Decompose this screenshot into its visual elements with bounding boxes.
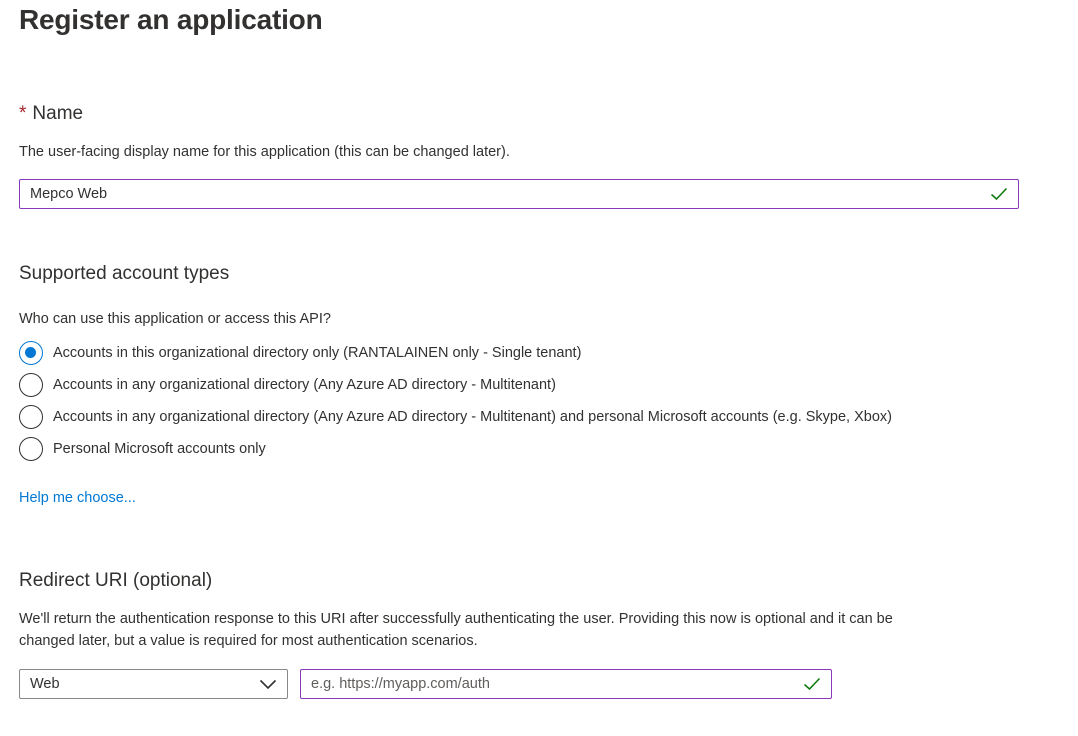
- required-marker: *: [19, 103, 27, 124]
- account-type-option-multitenant-personal[interactable]: Accounts in any organizational directory…: [19, 405, 892, 429]
- name-input-value[interactable]: Mepco Web: [30, 186, 990, 202]
- checkmark-icon: [990, 187, 1008, 201]
- name-input[interactable]: Mepco Web: [19, 179, 1019, 209]
- account-type-option-single-tenant[interactable]: Accounts in this organizational director…: [19, 341, 581, 365]
- radio-button[interactable]: [19, 373, 43, 397]
- radio-button[interactable]: [19, 437, 43, 461]
- account-type-option-personal-only[interactable]: Personal Microsoft accounts only: [19, 437, 266, 461]
- chevron-down-icon: [259, 679, 277, 690]
- option-label: Accounts in any organizational directory…: [53, 377, 556, 393]
- register-app-page: Register an application * Name The user-f…: [0, 0, 1078, 736]
- option-label: Accounts in this organizational director…: [53, 345, 582, 361]
- redirect-uri-placeholder[interactable]: e.g. https://myapp.com/auth: [311, 676, 803, 692]
- radio-button[interactable]: [19, 405, 43, 429]
- platform-dropdown[interactable]: Web: [19, 669, 288, 699]
- redirect-description-line1: We'll return the authentication response…: [19, 611, 893, 627]
- page-title: Register an application: [19, 4, 323, 35]
- platform-dropdown-value: Web: [30, 676, 60, 692]
- account-type-option-multitenant[interactable]: Accounts in any organizational directory…: [19, 373, 556, 397]
- radio-button-selected[interactable]: [19, 341, 43, 365]
- name-label-text: Name: [32, 103, 84, 124]
- help-me-choose-link[interactable]: Help me choose...: [19, 490, 136, 506]
- account-types-label: Supported account types: [19, 263, 230, 284]
- option-label: Personal Microsoft accounts only: [53, 441, 266, 457]
- redirect-uri-input[interactable]: e.g. https://myapp.com/auth: [300, 669, 832, 699]
- redirect-uri-label: Redirect URI (optional): [19, 570, 213, 591]
- name-description: The user-facing display name for this ap…: [19, 144, 510, 160]
- option-label: Accounts in any organizational directory…: [53, 409, 892, 425]
- redirect-description-line2: changed later, but a value is required f…: [19, 633, 478, 649]
- checkmark-icon: [803, 677, 821, 691]
- name-label: * Name: [19, 103, 83, 125]
- account-types-question: Who can use this application or access t…: [19, 311, 331, 327]
